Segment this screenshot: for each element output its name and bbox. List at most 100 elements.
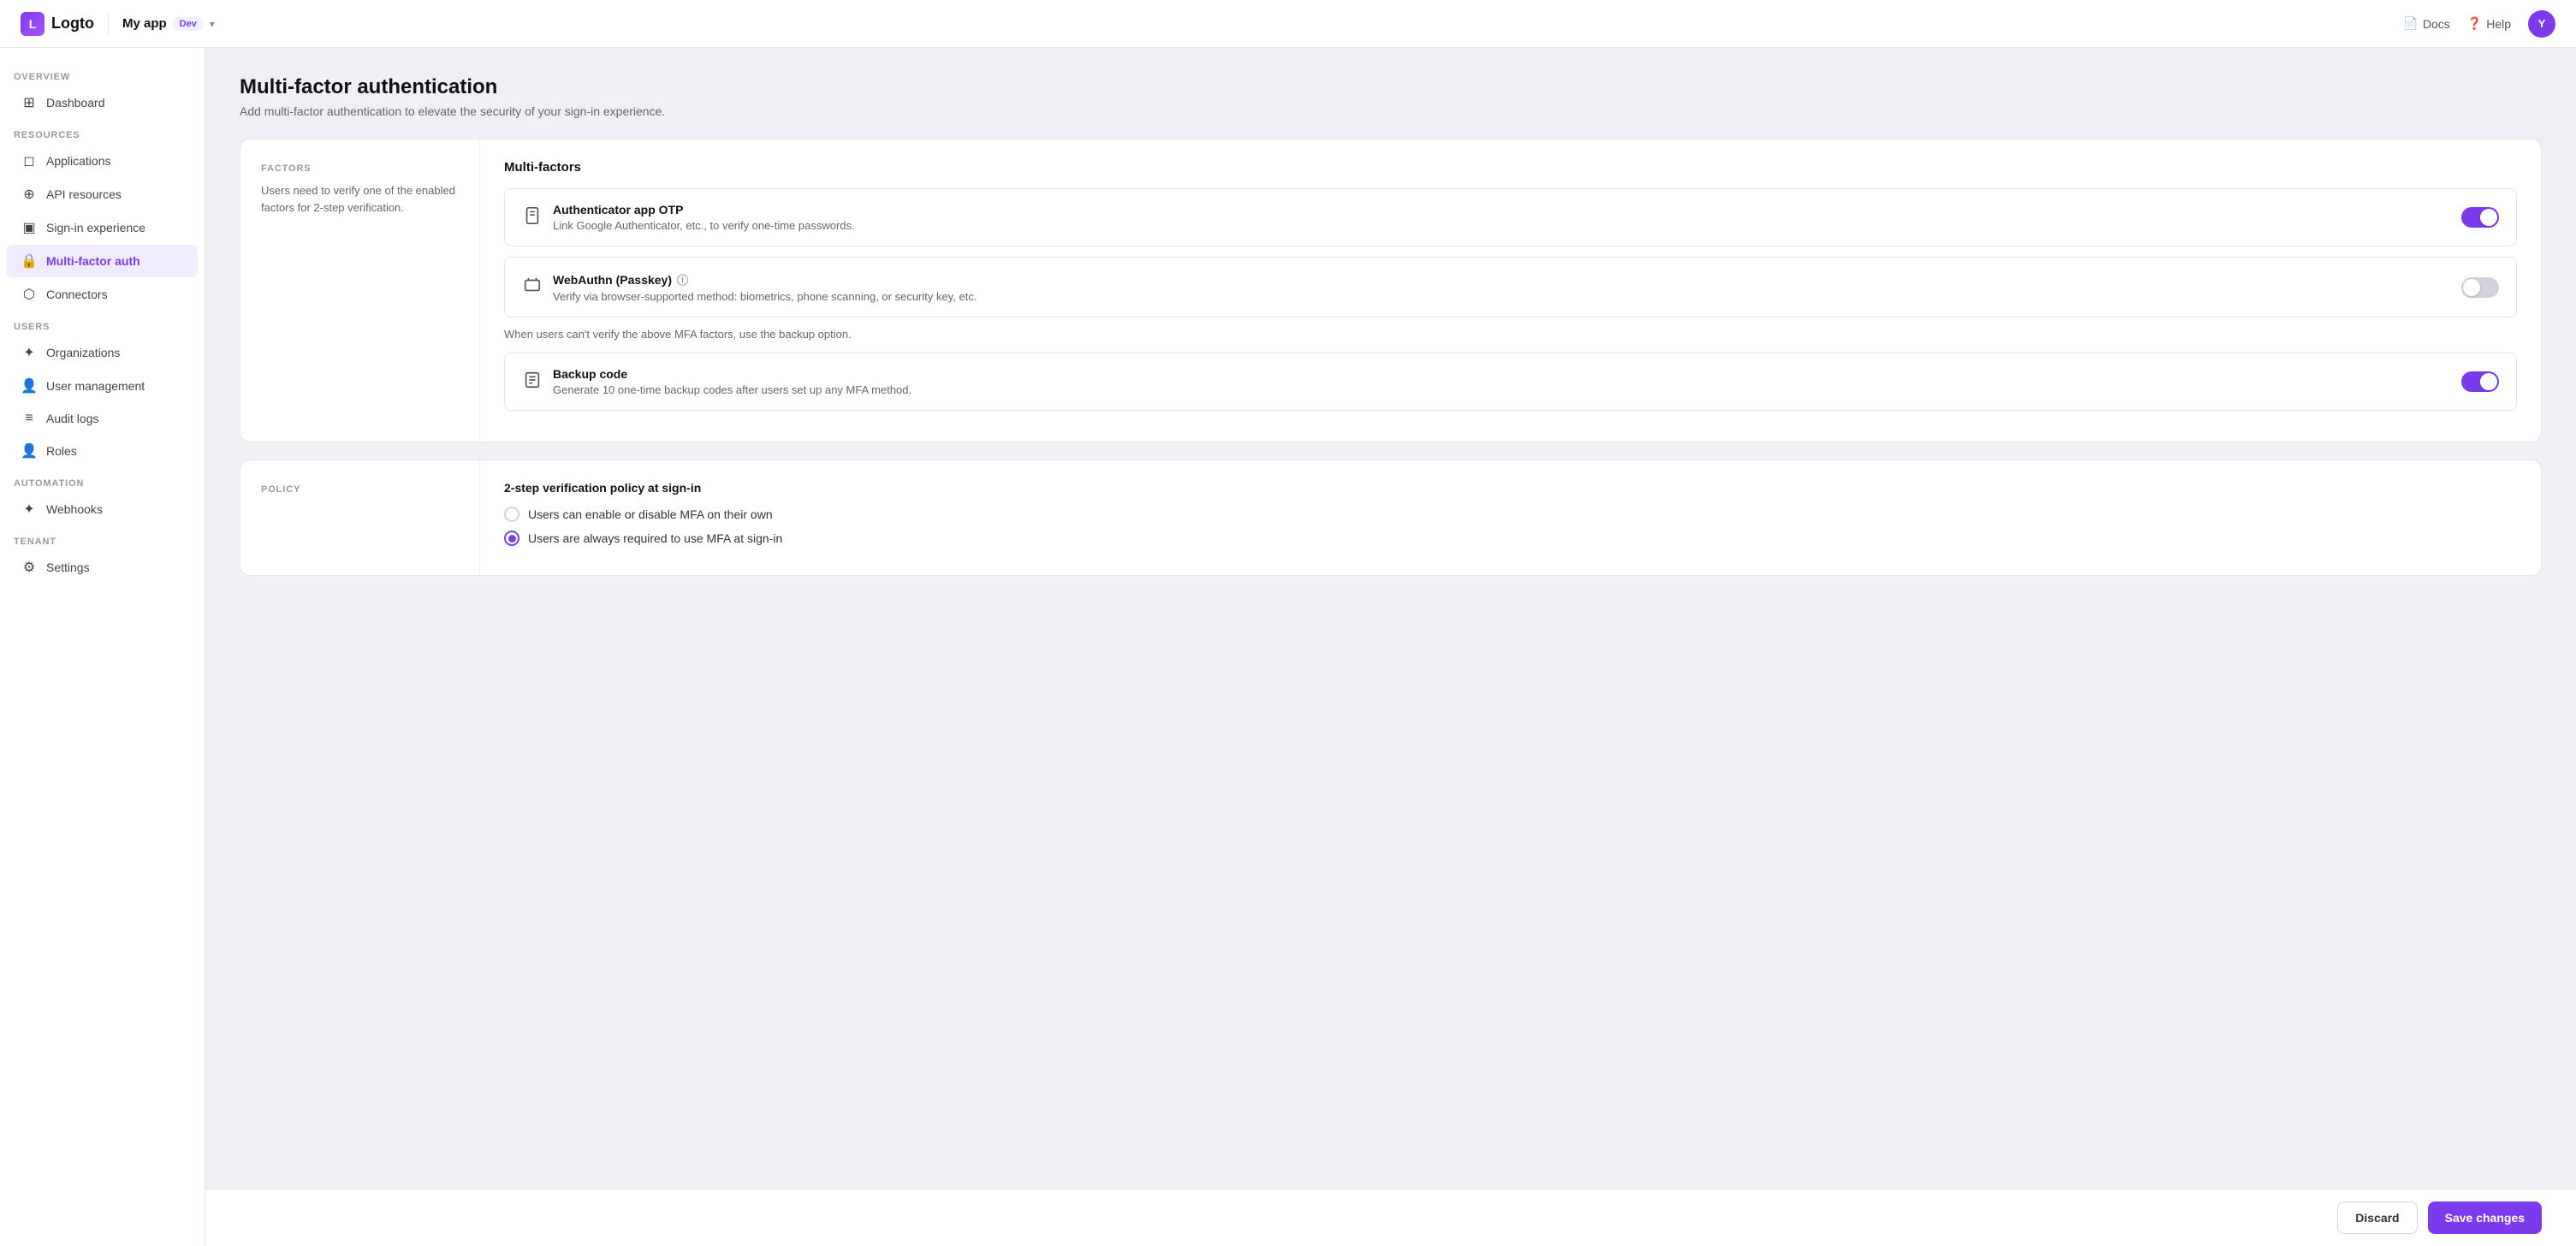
main-content: Multi-factor authentication Add multi-fa… — [205, 48, 2576, 1189]
sidebar-tenant-section: TENANT — [0, 526, 205, 550]
sidebar-dashboard-label: Dashboard — [46, 96, 105, 110]
authenticator-desc: Link Google Authenticator, etc., to veri… — [553, 219, 2451, 232]
multi-factors-header: Multi-factors — [504, 160, 2517, 175]
organizations-icon: ✦ — [21, 344, 38, 361]
logo-icon: L — [21, 12, 45, 36]
sidebar-item-roles[interactable]: 👤 Roles — [7, 435, 198, 467]
doc-icon: 📄 — [2403, 16, 2418, 31]
settings-icon: ⚙ — [21, 559, 38, 576]
policy-card-left: POLICY — [240, 460, 480, 575]
sidebar-item-webhooks[interactable]: ✦ Webhooks — [7, 493, 198, 525]
backup-icon — [522, 371, 543, 394]
user-avatar[interactable]: Y — [2528, 10, 2555, 38]
sidebar-roles-label: Roles — [46, 444, 77, 458]
topbar-app[interactable]: My app Dev ▾ — [122, 16, 215, 31]
policy-option1[interactable]: Users can enable or disable MFA on their… — [504, 507, 2517, 522]
sidebar-item-audit-logs[interactable]: ≡ Audit logs — [7, 403, 198, 434]
help-icon: ❓ — [2467, 16, 2482, 31]
sidebar-item-api-resources[interactable]: ⊕ API resources — [7, 178, 198, 211]
sidebar-item-applications[interactable]: ◻ Applications — [7, 145, 198, 177]
signin-icon: ▣ — [21, 219, 38, 236]
factors-card-right: Multi-factors Authenticator app OTP Link… — [480, 139, 2541, 442]
roles-icon: 👤 — [21, 442, 38, 460]
sidebar-item-connectors[interactable]: ⬡ Connectors — [7, 278, 198, 311]
factors-section-desc: Users need to verify one of the enabled … — [261, 182, 459, 216]
sidebar-mfa-label: Multi-factor auth — [46, 254, 140, 268]
sidebar-audit-label: Audit logs — [46, 412, 98, 425]
api-icon: ⊕ — [21, 186, 38, 203]
authenticator-toggle[interactable] — [2461, 207, 2499, 228]
page-title: Multi-factor authentication — [240, 75, 2542, 99]
webauthn-toggle-knob — [2463, 279, 2480, 296]
sidebar-users-section: USERS — [0, 312, 205, 335]
bottom-bar: Discard Save changes — [205, 1189, 2576, 1246]
topbar-divider — [108, 14, 109, 34]
logo-text: Logto — [51, 15, 94, 33]
backup-desc: Generate 10 one-time backup codes after … — [553, 383, 2451, 396]
sidebar-webhooks-label: Webhooks — [46, 502, 103, 516]
webauthn-info-icon[interactable]: ⓘ — [677, 271, 688, 288]
chevron-down-icon[interactable]: ▾ — [210, 18, 215, 30]
policy-card: POLICY 2-step verification policy at sig… — [240, 460, 2542, 576]
sidebar-item-signin-exp[interactable]: ▣ Sign-in experience — [7, 211, 198, 244]
authenticator-content: Authenticator app OTP Link Google Authen… — [553, 203, 2451, 232]
policy-section-label: POLICY — [261, 484, 459, 495]
policy-radio2[interactable] — [504, 531, 519, 546]
webauthn-icon — [522, 276, 543, 299]
sidebar-item-settings[interactable]: ⚙ Settings — [7, 551, 198, 584]
backup-row: Backup code Generate 10 one-time backup … — [504, 353, 2517, 411]
layout: OVERVIEW ⊞ Dashboard RESOURCES ◻ Applica… — [0, 48, 2576, 1246]
sidebar-automation-section: AUTOMATION — [0, 468, 205, 492]
save-button[interactable]: Save changes — [2428, 1202, 2542, 1234]
app-env-badge: Dev — [174, 17, 203, 31]
sidebar-item-dashboard[interactable]: ⊞ Dashboard — [7, 86, 198, 119]
sidebar-item-organizations[interactable]: ✦ Organizations — [7, 336, 198, 369]
webauthn-row: WebAuthn (Passkey) ⓘ Verify via browser-… — [504, 257, 2517, 317]
factors-card-body: FACTORS Users need to verify one of the … — [240, 139, 2541, 442]
topbar-right: 📄 Docs ❓ Help Y — [2403, 10, 2555, 38]
sidebar-resources-section: RESOURCES — [0, 120, 205, 144]
sidebar-item-user-management[interactable]: 👤 User management — [7, 370, 198, 402]
sidebar-user-mgmt-label: User management — [46, 379, 145, 393]
authenticator-toggle-knob — [2480, 209, 2497, 226]
policy-card-right: 2-step verification policy at sign-in Us… — [480, 460, 2541, 575]
factors-card: FACTORS Users need to verify one of the … — [240, 139, 2542, 442]
sidebar-item-mfa[interactable]: 🔒 Multi-factor auth — [7, 245, 198, 277]
dashboard-icon: ⊞ — [21, 94, 38, 111]
app-name: My app — [122, 16, 167, 31]
help-link[interactable]: ❓ Help — [2467, 16, 2511, 31]
sidebar-organizations-label: Organizations — [46, 346, 120, 359]
sidebar: OVERVIEW ⊞ Dashboard RESOURCES ◻ Applica… — [0, 48, 205, 1246]
sidebar-applications-label: Applications — [46, 154, 111, 168]
policy-header: 2-step verification policy at sign-in — [504, 481, 2517, 495]
policy-option2-label: Users are always required to use MFA at … — [528, 531, 782, 545]
mfa-icon: 🔒 — [21, 252, 38, 270]
topbar: L Logto My app Dev ▾ 📄 Docs ❓ Help Y — [0, 0, 2576, 48]
connectors-icon: ⬡ — [21, 286, 38, 303]
sidebar-signin-label: Sign-in experience — [46, 221, 145, 234]
docs-link[interactable]: 📄 Docs — [2403, 16, 2449, 31]
sidebar-api-label: API resources — [46, 187, 122, 201]
authenticator-name: Authenticator app OTP — [553, 203, 2451, 217]
backup-name: Backup code — [553, 367, 2451, 381]
webauthn-toggle[interactable] — [2461, 277, 2499, 298]
discard-button[interactable]: Discard — [2337, 1202, 2417, 1234]
page-subtitle: Add multi-factor authentication to eleva… — [240, 104, 2542, 118]
audit-icon: ≡ — [21, 411, 38, 426]
webauthn-content: WebAuthn (Passkey) ⓘ Verify via browser-… — [553, 271, 2451, 303]
authenticator-row: Authenticator app OTP Link Google Authen… — [504, 188, 2517, 246]
policy-option1-label: Users can enable or disable MFA on their… — [528, 507, 773, 521]
logo: L Logto — [21, 12, 94, 36]
applications-icon: ◻ — [21, 152, 38, 169]
webauthn-name: WebAuthn (Passkey) ⓘ — [553, 271, 2451, 288]
policy-option2[interactable]: Users are always required to use MFA at … — [504, 531, 2517, 546]
authenticator-icon — [522, 206, 543, 229]
sidebar-overview-section: OVERVIEW — [0, 62, 205, 86]
factors-card-left: FACTORS Users need to verify one of the … — [240, 139, 480, 442]
webauthn-desc: Verify via browser-supported method: bio… — [553, 290, 2451, 303]
sidebar-connectors-label: Connectors — [46, 288, 108, 301]
policy-radio1[interactable] — [504, 507, 519, 522]
backup-toggle-knob — [2480, 373, 2497, 390]
webhooks-icon: ✦ — [21, 501, 38, 518]
backup-toggle[interactable] — [2461, 371, 2499, 392]
